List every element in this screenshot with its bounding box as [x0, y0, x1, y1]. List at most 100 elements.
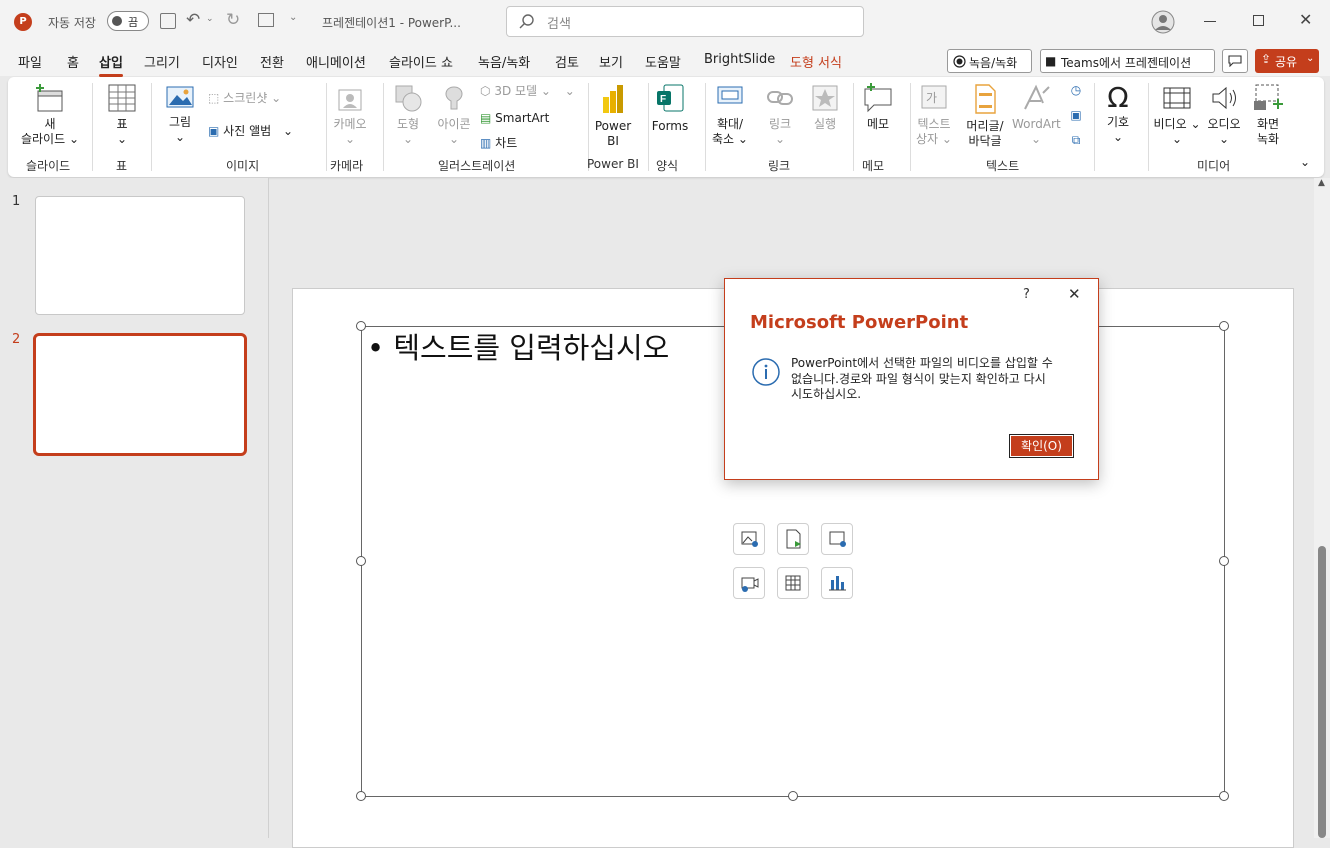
resize-handle[interactable] [356, 321, 366, 331]
audio-button[interactable]: 오디오 ⌄ [1202, 83, 1246, 147]
record-button[interactable]: 녹음/녹화 [947, 49, 1032, 73]
forms-button[interactable]: F Forms [650, 83, 690, 134]
minimize-icon[interactable] [1204, 21, 1216, 22]
comment-button[interactable]: 메모 [856, 83, 900, 132]
tab-shape-format[interactable]: 도형 서식 [790, 52, 842, 71]
insert-video-recording-button[interactable] [733, 567, 765, 599]
pane-divider[interactable] [268, 178, 269, 838]
tab-insert[interactable]: 삽입 [99, 52, 123, 77]
tab-help[interactable]: 도움말 [645, 52, 681, 71]
screen-recording-button[interactable]: 화면 녹화 [1246, 83, 1290, 147]
tab-home[interactable]: 홈 [67, 52, 79, 71]
dialog-message: PowerPoint에서 선택한 파일의 비디오를 삽입할 수 없습니다.경로와… [791, 356, 1053, 401]
help-button[interactable]: ? [1023, 287, 1030, 302]
vertical-scrollbar[interactable]: ▲ [1314, 178, 1330, 838]
placeholder-text[interactable]: • 텍스트를 입력하십시오 [367, 325, 669, 367]
autosave-toggle[interactable]: 끔 [107, 11, 149, 31]
tab-draw[interactable]: 그리기 [144, 52, 180, 71]
zoom-button[interactable]: 확대/축소 ⌄ [708, 83, 752, 147]
tab-transitions[interactable]: 전환 [260, 52, 284, 71]
group-separator [1094, 83, 1095, 171]
group-label-slides: 슬라이드 [26, 159, 71, 173]
action-button[interactable]: 실행 [805, 83, 845, 132]
customize-toolbar-icon[interactable]: ⌄ [289, 12, 297, 23]
ribbon-tabs: 파일 홈 삽입 그리기 디자인 전환 애니메이션 슬라이드 쇼 녹음/녹화 검토… [0, 44, 1330, 77]
insert-table-button[interactable] [777, 567, 809, 599]
speaker-icon [1212, 86, 1236, 110]
symbols-button[interactable]: Ω 기호 ⌄ [1096, 81, 1140, 145]
textbox-button[interactable]: 가 텍스트 상자 ⌄ [912, 83, 956, 147]
power-bi-button[interactable]: Power BI [591, 83, 635, 149]
chart-icon: ▥ [480, 136, 492, 150]
smartart-button[interactable]: ▤ SmartArt [480, 111, 549, 126]
screenshot-button[interactable]: ⬚ 스크린샷 ⌄ [208, 91, 281, 106]
tab-recording[interactable]: 녹음/녹화 [478, 52, 530, 71]
shapes-button[interactable]: 도형 ⌄ [388, 83, 428, 147]
resize-handle[interactable] [356, 791, 366, 801]
resize-handle[interactable] [1219, 791, 1229, 801]
maximize-icon[interactable] [1253, 15, 1264, 26]
share-icon: ⇪ [1261, 52, 1272, 66]
undo-icon[interactable]: ↶ [186, 10, 200, 30]
scroll-up-icon[interactable]: ▲ [1318, 178, 1325, 188]
close-window-icon[interactable]: ✕ [1299, 10, 1312, 29]
tab-slideshow[interactable]: 슬라이드 쇼 [389, 52, 453, 71]
insert-video-button[interactable] [777, 523, 809, 555]
slide-thumbnail-selected[interactable] [33, 333, 247, 456]
svg-text:F: F [660, 94, 666, 105]
comments-button[interactable] [1222, 49, 1248, 73]
share-button[interactable]: ⇪ 공유 ⌄ [1255, 49, 1319, 73]
present-icon[interactable] [258, 13, 274, 27]
resize-handle[interactable] [1219, 321, 1229, 331]
teams-present-button[interactable]: ■ Teams에서 프레젠테이션 [1040, 49, 1215, 73]
table-icon [785, 575, 801, 591]
insert-picture-button[interactable] [733, 523, 765, 555]
table-icon [108, 84, 136, 112]
tab-brightslide[interactable]: BrightSlide [704, 52, 775, 67]
group-separator [910, 83, 911, 171]
link-icon [767, 91, 793, 105]
wordart-button[interactable]: WordArt ⌄ [1012, 83, 1061, 147]
icons-icon [445, 86, 463, 110]
tab-view[interactable]: 보기 [599, 52, 623, 71]
resize-handle[interactable] [788, 791, 798, 801]
resize-handle[interactable] [1219, 556, 1229, 566]
ok-button[interactable]: 확인(O) [1009, 434, 1074, 458]
new-slide-button[interactable]: 새 슬라이드 ⌄ [14, 83, 86, 147]
shapes-icon [395, 85, 422, 112]
tab-animations[interactable]: 애니메이션 [306, 52, 366, 71]
collapse-ribbon-icon[interactable]: ⌄ [1300, 155, 1310, 169]
teams-icon: ■ [1045, 54, 1057, 68]
chart-button[interactable]: ▥ 차트 [480, 136, 517, 151]
scrollbar-thumb[interactable] [1318, 546, 1326, 838]
photo-album-button[interactable]: ▣ 사진 앨범 ⌄ [208, 124, 293, 139]
group-label-images: 이미지 [226, 159, 260, 173]
object-button[interactable]: ⧉ [1066, 133, 1086, 148]
bullet-icon: • [367, 331, 385, 365]
insert-cameo-button[interactable] [821, 523, 853, 555]
save-icon[interactable] [160, 13, 176, 29]
chevron-down-icon[interactable]: ⌄ [206, 14, 214, 24]
icons-button[interactable]: 아이콘 ⌄ [432, 83, 476, 147]
table-button[interactable]: 표 ⌄ [100, 83, 144, 147]
group-separator [383, 83, 384, 171]
cameo-button[interactable]: 카메오 ⌄ [330, 87, 370, 147]
header-footer-button[interactable]: 머리글/바닥글 [960, 83, 1010, 149]
date-time-button[interactable]: ◷ [1066, 83, 1086, 98]
tab-review[interactable]: 검토 [555, 52, 579, 71]
slide-number-button[interactable]: ▣ [1066, 108, 1086, 123]
resize-handle[interactable] [356, 556, 366, 566]
search-box[interactable]: 검색 [506, 6, 864, 37]
insert-chart-button[interactable] [821, 567, 853, 599]
link-button[interactable]: 링크 ⌄ [758, 83, 802, 147]
picture-button[interactable]: 그림 ⌄ [160, 83, 200, 145]
group-label-links: 링크 [768, 159, 791, 173]
redo-icon[interactable]: ↻ [226, 10, 240, 30]
3d-models-button[interactable]: ⬡ 3D 모델 ⌄ ⌄ [480, 84, 575, 99]
tab-file[interactable]: 파일 [18, 52, 42, 71]
account-icon[interactable] [1151, 10, 1175, 34]
close-icon[interactable]: ✕ [1068, 285, 1081, 303]
slide-thumbnail[interactable] [35, 196, 245, 315]
video-button[interactable]: 비디오 ⌄ ⌄ [1152, 83, 1202, 147]
tab-design[interactable]: 디자인 [202, 52, 238, 71]
